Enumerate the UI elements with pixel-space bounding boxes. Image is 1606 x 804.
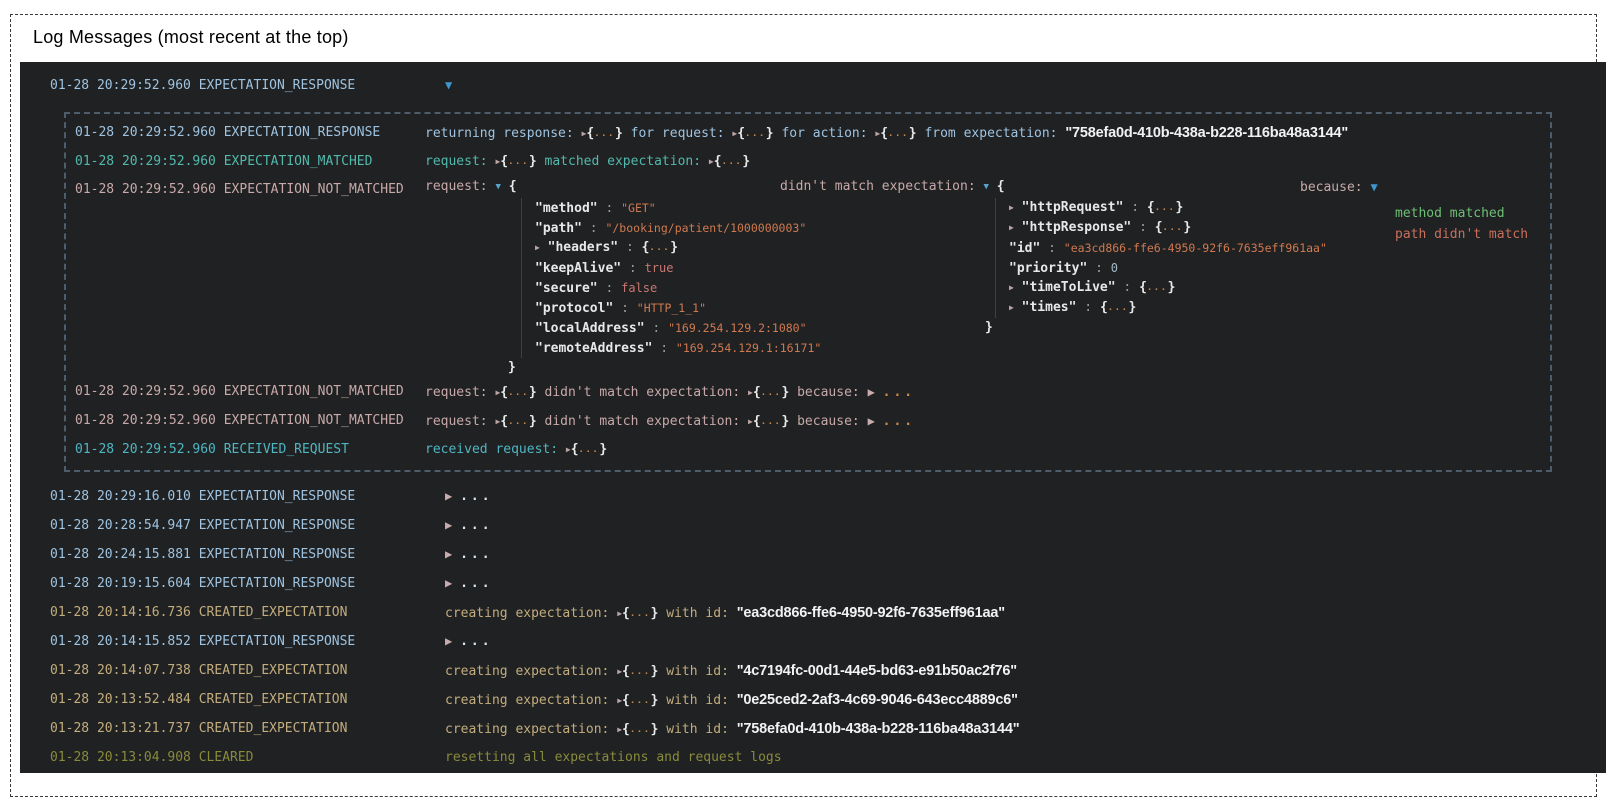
expand-times-icon[interactable] — [1009, 298, 1014, 318]
collapse-expectation-icon[interactable] — [984, 176, 989, 198]
timestamp: 01-28 20:13:52.484 — [50, 692, 191, 707]
log-entry: 01-28 20:13:04.908 CLEARED resetting all… — [20, 743, 1606, 772]
detail-row-message: returning response: {...} for request: {… — [425, 119, 1348, 148]
log-entry-message: ... — [445, 634, 493, 649]
log-type-label: CREATED_EXPECTATION — [199, 663, 348, 678]
collapse-entry-icon[interactable] — [445, 78, 452, 93]
detail-row-message: request: {...} didn't match expectation:… — [425, 407, 915, 436]
log-type-label: EXPECTATION_NOT_MATCHED — [224, 384, 404, 399]
log-entry-message: ... — [445, 518, 493, 533]
log-entry-header-left: 01-28 20:29:52.960 EXPECTATION_RESPONSE — [50, 78, 445, 93]
expand-entry-icon[interactable] — [445, 518, 452, 533]
detail-row-message: received request: {...} — [425, 436, 607, 464]
log-type-label: RECEIVED_REQUEST — [224, 442, 349, 457]
log-type-label: EXPECTATION_NOT_MATCHED — [224, 413, 404, 428]
expectation-id: "758efa0d-410b-438a-b228-116ba48a3144" — [737, 721, 1020, 737]
log-entry-message: ... — [445, 576, 493, 591]
detail-row-expectation-matched: 01-28 20:29:52.960 EXPECTATION_MATCHED r… — [66, 148, 1550, 176]
timestamp: 01-28 20:29:52.960 — [75, 442, 216, 457]
log-entry-message: creating expectation: {...} with id: "4c… — [445, 663, 1017, 679]
detail-row-message: request: {...} didn't match expectation:… — [425, 378, 915, 407]
log-entry-message: ... — [445, 547, 493, 562]
expand-because-icon[interactable] — [868, 378, 875, 407]
log-type-label: CREATED_EXPECTATION — [199, 721, 348, 736]
timestamp: 01-28 20:29:52.960 — [75, 125, 216, 140]
timestamp: 01-28 20:29:52.960 — [75, 182, 216, 197]
timestamp: 01-28 20:14:15.852 — [50, 634, 191, 649]
expand-http-response-icon[interactable] — [1009, 218, 1014, 238]
timestamp: 01-28 20:14:16.736 — [50, 605, 191, 620]
log-type-label: EXPECTATION_NOT_MATCHED — [224, 182, 404, 197]
expectation-id: "ea3cd866-ffe6-4950-92f6-7635eff961aa" — [737, 605, 1005, 621]
collapse-request-icon[interactable] — [495, 176, 500, 198]
timestamp: 01-28 20:13:21.737 — [50, 721, 191, 736]
log-entry-message: creating expectation: {...} with id: "ea… — [445, 605, 1005, 621]
log-entry: 01-28 20:29:16.010 EXPECTATION_RESPONSE … — [20, 482, 1606, 511]
detail-row-expectation-not-matched: 01-28 20:29:52.960 EXPECTATION_NOT_MATCH… — [66, 407, 1550, 436]
expand-entry-icon[interactable] — [445, 547, 452, 562]
log-type-label: EXPECTATION_RESPONSE — [224, 125, 381, 140]
log-entry: 01-28 20:13:52.484 CREATED_EXPECTATION c… — [20, 685, 1606, 714]
log-type-label: EXPECTATION_RESPONSE — [199, 547, 356, 562]
log-entry: 01-28 20:13:21.737 CREATED_EXPECTATION c… — [20, 714, 1606, 743]
log-entry: 01-28 20:14:15.852 EXPECTATION_RESPONSE … — [20, 627, 1606, 656]
detail-row-message: request: {...} matched expectation: {...… — [425, 148, 750, 176]
timestamp: 01-28 20:29:52.960 — [75, 384, 216, 399]
log-detail-subpanel: 01-28 20:29:52.960 EXPECTATION_RESPONSE … — [64, 112, 1552, 472]
expand-headers-icon[interactable] — [535, 238, 540, 258]
timestamp: 01-28 20:13:04.908 — [50, 750, 191, 765]
detail-row-received-request: 01-28 20:29:52.960 RECEIVED_REQUEST rece… — [66, 436, 1550, 464]
log-entry: 01-28 20:19:15.604 EXPECTATION_RESPONSE … — [20, 569, 1606, 598]
expand-entry-icon[interactable] — [445, 489, 452, 504]
detail-row-expectation-not-matched: 01-28 20:29:52.960 EXPECTATION_NOT_MATCH… — [66, 378, 1550, 407]
log-entry-message: resetting all expectations and request l… — [445, 750, 782, 765]
timestamp: 01-28 20:24:15.881 — [50, 547, 191, 562]
expand-entry-icon[interactable] — [445, 634, 452, 649]
log-type-label: EXPECTATION_RESPONSE — [199, 518, 356, 533]
log-messages-panel: 01-28 20:29:52.960 EXPECTATION_RESPONSE … — [20, 62, 1606, 773]
log-entry: 01-28 20:14:07.738 CREATED_EXPECTATION c… — [20, 656, 1606, 685]
expectation-id: "0e25ced2-2af3-4c69-9046-643ecc4889c6" — [737, 692, 1018, 708]
log-type-label: EXPECTATION_RESPONSE — [199, 634, 356, 649]
log-entry: 01-28 20:14:16.736 CREATED_EXPECTATION c… — [20, 598, 1606, 627]
timestamp: 01-28 20:29:52.960 — [50, 78, 191, 93]
log-type-label: EXPECTATION_MATCHED — [224, 154, 373, 169]
timestamp: 01-28 20:28:54.947 — [50, 518, 191, 533]
log-entry-list: 01-28 20:29:16.010 EXPECTATION_RESPONSE … — [20, 482, 1606, 772]
expectation-id: "4c7194fc-00d1-44e5-bd63-e91b50ac2f76" — [737, 663, 1017, 679]
expand-because-icon[interactable] — [868, 407, 875, 436]
mismatch-reason: path didn't match — [1395, 224, 1528, 245]
log-type-label: CREATED_EXPECTATION — [199, 605, 348, 620]
log-type-label: CLEARED — [199, 750, 254, 765]
log-entry-message: ... — [445, 489, 493, 504]
collapse-because-icon[interactable] — [1370, 176, 1377, 199]
timestamp: 01-28 20:29:52.960 — [75, 154, 216, 169]
log-entry-message: creating expectation: {...} with id: "0e… — [445, 692, 1018, 708]
match-reason: method matched — [1395, 203, 1528, 224]
timestamp: 01-28 20:29:16.010 — [50, 489, 191, 504]
expectation-id: "758efa0d-410b-438a-b228-116ba48a3144" — [1065, 125, 1348, 141]
expand-time-to-live-icon[interactable] — [1009, 278, 1014, 298]
log-type-label: EXPECTATION_RESPONSE — [199, 489, 356, 504]
expectation-json-block: didn't match expectation: { "httpRequest… — [780, 176, 1327, 338]
page-title: Log Messages (most recent at the top) — [33, 27, 349, 48]
expand-entry-icon[interactable] — [445, 576, 452, 591]
log-type-label: CREATED_EXPECTATION — [199, 692, 348, 707]
log-type-label: EXPECTATION_RESPONSE — [199, 78, 356, 93]
log-entry: 01-28 20:24:15.881 EXPECTATION_RESPONSE … — [20, 540, 1606, 569]
timestamp: 01-28 20:29:52.960 — [75, 413, 216, 428]
expand-http-request-icon[interactable] — [1009, 198, 1014, 218]
detail-row-expectation-response: 01-28 20:29:52.960 EXPECTATION_RESPONSE … — [66, 119, 1550, 148]
log-type-label: EXPECTATION_RESPONSE — [199, 576, 356, 591]
log-entry-header: 01-28 20:29:52.960 EXPECTATION_RESPONSE — [20, 70, 1606, 100]
log-entry: 01-28 20:28:54.947 EXPECTATION_RESPONSE … — [20, 511, 1606, 540]
detail-row-expectation-not-matched-expanded: 01-28 20:29:52.960 EXPECTATION_NOT_MATCH… — [66, 176, 1550, 378]
log-entry-message: creating expectation: {...} with id: "75… — [445, 721, 1019, 737]
because-block: because: method matched path didn't matc… — [1300, 176, 1528, 245]
timestamp: 01-28 20:19:15.604 — [50, 576, 191, 591]
timestamp: 01-28 20:14:07.738 — [50, 663, 191, 678]
